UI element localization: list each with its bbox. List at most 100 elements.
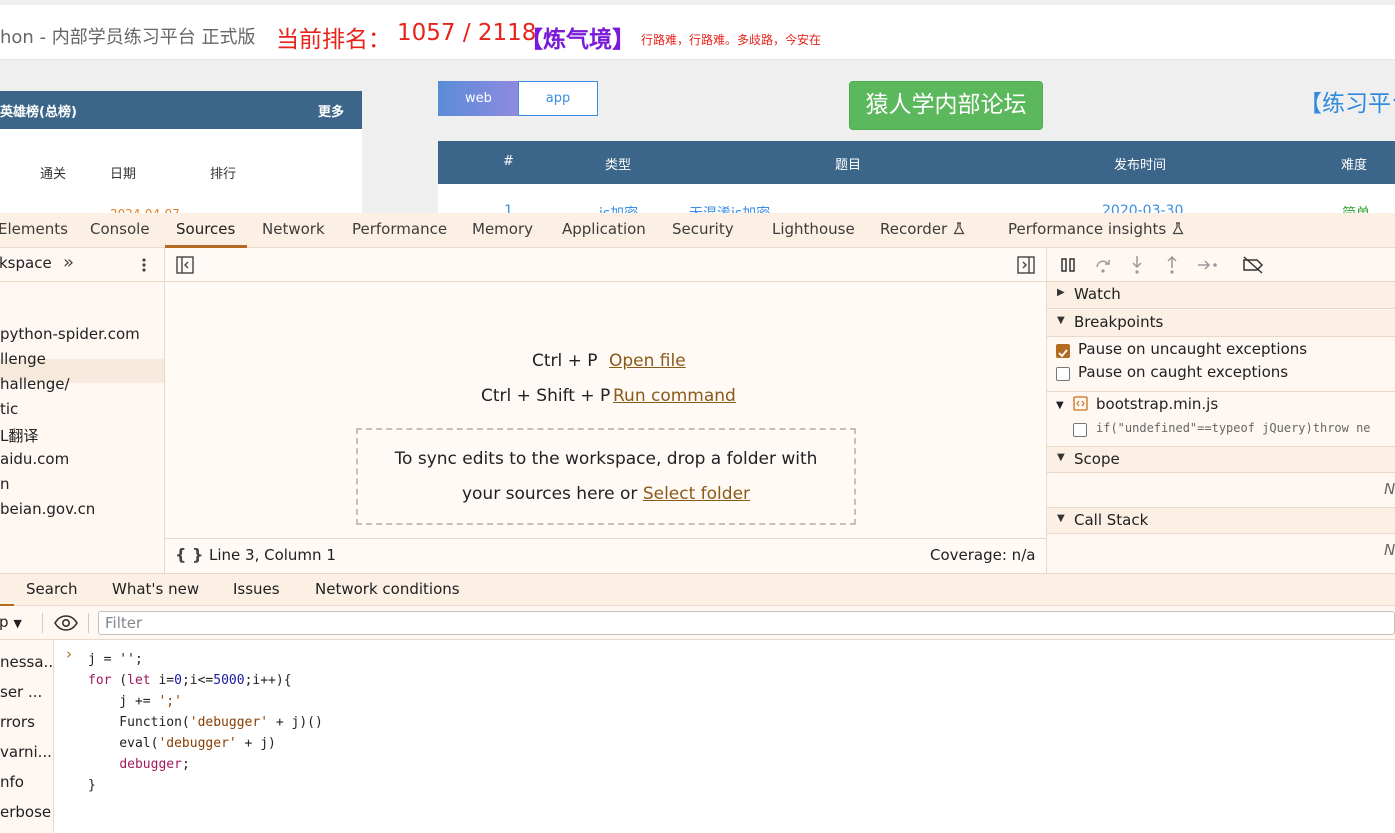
th-type: 类型 [605, 158, 632, 173]
pause-caught-checkbox[interactable] [1056, 367, 1070, 381]
console-input[interactable]: › j = ''; for (let i=0;i<=5000;i++){ j +… [54, 640, 1395, 833]
tree-item[interactable]: tic [0, 400, 18, 418]
context-selector[interactable]: p ▼ [0, 613, 22, 631]
tab-lighthouse[interactable]: Lighthouse [772, 220, 855, 238]
editor-status-bar: { } Line 3, Column 1 Coverage: n/a [165, 538, 1046, 573]
tree-item[interactable]: L翻译 [0, 425, 38, 446]
editor-toolbar [165, 248, 1046, 282]
expand-triangle-icon: ▶ [1057, 287, 1065, 298]
tab-web[interactable]: web [438, 81, 519, 116]
debugger-sidebar: ▶ Watch ▼ Breakpoints Pause on uncaught … [1046, 248, 1395, 573]
call-stack-empty-text: N [1384, 541, 1395, 559]
drawer-tab-whats-new[interactable]: What's new [112, 580, 199, 598]
tree-item[interactable]: beian.gov.cn [0, 500, 95, 518]
row-type[interactable]: js加密 [599, 203, 638, 213]
toggle-navigator-icon[interactable] [176, 256, 194, 274]
code-line: j = ''; [88, 652, 143, 667]
console-toolbar: p ▼ Filter [0, 606, 1395, 640]
eye-icon[interactable] [54, 615, 78, 631]
tab-app[interactable]: app [518, 81, 598, 116]
tab-sources[interactable]: Sources [176, 220, 235, 238]
sidebar-item-user-messages[interactable]: ser ... [0, 683, 42, 701]
deactivate-breakpoints-icon[interactable] [1242, 256, 1264, 274]
script-file-icon [1073, 396, 1088, 411]
dropdown-arrow-icon: ▼ [13, 617, 22, 630]
heroes-panel-header: 英雄榜(总榜) 更多 [0, 91, 362, 129]
collapse-triangle-icon[interactable]: ▼ [1056, 400, 1064, 411]
row-title-link[interactable]: 无混淆js加密 [689, 203, 770, 213]
step-into-icon[interactable] [1130, 255, 1144, 275]
devtools-tab-bar: Elements Console Sources Network Perform… [0, 213, 1395, 248]
breakpoint-code[interactable]: if("undefined"==typeof jQuery)throw ne [1096, 421, 1371, 435]
tab-elements[interactable]: Elements [0, 220, 68, 238]
row-difficulty: 简单 [1342, 203, 1370, 213]
breakpoint-file-name[interactable]: bootstrap.min.js [1096, 395, 1218, 413]
scope-section-header[interactable]: ▼ Scope [1047, 446, 1395, 473]
pause-icon[interactable] [1060, 257, 1076, 273]
tab-network[interactable]: Network [262, 220, 325, 238]
watch-section-header[interactable]: ▶ Watch [1047, 282, 1395, 309]
tab-performance[interactable]: Performance [352, 220, 447, 238]
tab-memory[interactable]: Memory [472, 220, 533, 238]
run-command-link[interactable]: Run command [613, 386, 736, 406]
heroes-col-rank: 排行 [210, 167, 237, 182]
sidebar-item-info[interactable]: nfo [0, 773, 24, 791]
collapse-triangle-icon: ▼ [1057, 513, 1065, 524]
tab-recorder[interactable]: Recorder [880, 220, 965, 238]
step-out-icon[interactable] [1165, 255, 1179, 275]
sources-navigator: kspace » python-spider.com llenge hallen… [0, 248, 165, 573]
breakpoints-section-header[interactable]: ▼ Breakpoints [1047, 310, 1395, 337]
sidebar-item-warnings[interactable]: varni... [0, 743, 52, 761]
devtools-panel: Elements Console Sources Network Perform… [0, 213, 1395, 833]
tree-item-selected[interactable]: hallenge/ [0, 375, 70, 393]
heroes-more-link[interactable]: 更多 [318, 101, 344, 120]
step-icon[interactable] [1197, 257, 1219, 273]
sidebar-item-errors[interactable]: rrors [0, 713, 35, 731]
breakpoint-checkbox[interactable] [1073, 423, 1087, 437]
th-title: 题目 [835, 158, 862, 173]
tree-item[interactable]: python-spider.com [0, 325, 140, 343]
site-header: hon - 内部学员练习平台 正式版 当前排名： 1057 / 2118 【炼气… [0, 5, 1395, 60]
tab-security[interactable]: Security [672, 220, 734, 238]
sidebar-item-messages[interactable]: nessa... [0, 653, 53, 671]
tree-item[interactable]: llenge [0, 350, 46, 368]
tab-performance-insights[interactable]: Performance insights [1008, 220, 1184, 238]
table-header: # 类型 题目 发布时间 难度 [438, 141, 1395, 184]
tab-recorder-label: Recorder [880, 220, 948, 238]
tab-console[interactable]: Console [90, 220, 150, 238]
drop-zone-text-line1: To sync edits to the workspace, drop a f… [394, 449, 818, 469]
pause-caught-label: Pause on caught exceptions [1078, 363, 1289, 381]
rank-label: 当前排名： [276, 27, 391, 53]
code-line: Function('debugger' + j)() [88, 715, 323, 730]
workspace-drop-zone[interactable]: To sync edits to the workspace, drop a f… [356, 428, 856, 525]
step-over-icon[interactable] [1094, 256, 1112, 274]
call-stack-section-header[interactable]: ▼ Call Stack [1047, 507, 1395, 534]
drop-zone-prefix: your sources here or [461, 484, 643, 504]
flask-icon [1172, 222, 1184, 235]
pretty-print-icon[interactable]: { } [175, 545, 203, 564]
drawer-tab-network-conditions[interactable]: Network conditions [315, 580, 460, 598]
navigator-tab-workspace[interactable]: kspace [0, 254, 52, 272]
breakpoints-label: Breakpoints [1074, 313, 1164, 331]
forum-button[interactable]: 猿人学内部论坛 [849, 81, 1043, 130]
checkmark-icon [1058, 349, 1068, 358]
pause-uncaught-checkbox[interactable] [1056, 344, 1070, 358]
console-filter-input[interactable]: Filter [98, 611, 1395, 635]
kebab-menu-icon[interactable] [138, 257, 150, 273]
select-folder-link[interactable]: Select folder [643, 484, 750, 504]
sidebar-item-verbose[interactable]: erbose [0, 803, 51, 821]
drawer-tab-search[interactable]: Search [26, 580, 78, 598]
th-index: # [503, 154, 514, 169]
tree-item[interactable]: aidu.com [0, 450, 69, 468]
tab-application[interactable]: Application [562, 220, 646, 238]
toggle-debugger-icon[interactable] [1017, 256, 1035, 274]
divider [42, 613, 43, 633]
website-viewport: hon - 内部学员练习平台 正式版 当前排名： 1057 / 2118 【炼气… [0, 0, 1395, 213]
more-tabs-chevron-icon[interactable]: » [63, 252, 74, 273]
open-file-link[interactable]: Open file [609, 351, 686, 371]
tree-item[interactable]: n [0, 475, 10, 493]
rank-realm: 【炼气境】 [520, 27, 635, 53]
call-stack-label: Call Stack [1074, 511, 1149, 529]
drawer-tab-issues[interactable]: Issues [233, 580, 280, 598]
sources-editor: Ctrl + P Open file Ctrl + Shift + P Run … [165, 248, 1046, 573]
